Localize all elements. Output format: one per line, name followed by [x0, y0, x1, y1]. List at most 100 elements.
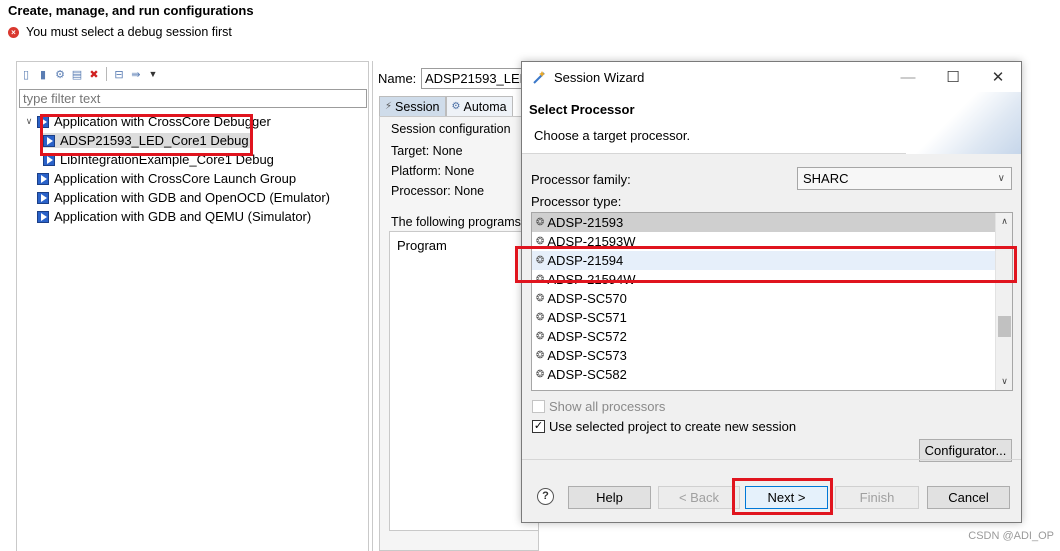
- program-column-header: Program: [397, 238, 447, 253]
- error-message: × You must select a debug session first: [8, 25, 232, 39]
- list-item[interactable]: ❂ ADSP-SC573: [532, 346, 1012, 365]
- chip-icon: ❂: [536, 293, 545, 304]
- checkbox-box[interactable]: [532, 400, 545, 413]
- config-editor-panel: Name: ADSP21593_LED_Core1 Debug ⚡ Sessio…: [372, 61, 539, 551]
- tree-item-crosscore-launch-group[interactable]: Application with CrossCore Launch Group: [17, 169, 368, 188]
- wizard-header: Select Processor Choose a target process…: [522, 92, 1021, 154]
- next-button[interactable]: Next >: [745, 486, 828, 509]
- help-icon[interactable]: ?: [537, 488, 554, 505]
- tree-item-label: LibIntegrationExample_Core1 Debug: [60, 152, 274, 167]
- list-item-label: ADSP-21593W: [547, 234, 636, 249]
- tree-item-label: Application with GDB and QEMU (Simulator…: [54, 209, 312, 224]
- processor-family-select[interactable]: SHARC ∨: [797, 167, 1012, 190]
- checkbox-label: Use selected project to create new sessi…: [549, 419, 797, 434]
- list-item-label: ADSP-21594: [547, 253, 624, 268]
- tree-item-label: ADSP21593_LED_Core1 Debug: [60, 133, 249, 148]
- wizard-banner-graphic: [906, 92, 1021, 154]
- tab-automation[interactable]: ⚙ Automa: [445, 96, 513, 116]
- platform-value: Platform: None: [391, 164, 475, 178]
- list-item[interactable]: ❂ ADSP-SC571: [532, 308, 1012, 327]
- scroll-down-icon[interactable]: ∨: [996, 373, 1012, 390]
- wizard-page-title: Select Processor: [529, 102, 635, 117]
- chip-icon: ❂: [536, 217, 545, 228]
- tree-item-label: Application with GDB and OpenOCD (Emulat…: [54, 190, 331, 205]
- list-item-label: ADSP-SC582: [547, 367, 627, 382]
- maximize-button[interactable]: ☐: [930, 62, 976, 92]
- tree-item-libintegration[interactable]: LibIntegrationExample_Core1 Debug: [17, 150, 368, 169]
- export-icon[interactable]: ⚙: [53, 67, 67, 81]
- expand-chevron-icon[interactable]: ∨: [23, 116, 35, 127]
- automation-tab-icon: ⚙: [451, 101, 461, 112]
- launch-config-icon: [43, 134, 55, 147]
- chevron-down-icon: ∨: [997, 173, 1005, 184]
- list-scrollbar[interactable]: ∧ ∨: [995, 213, 1012, 390]
- back-button[interactable]: < Back: [658, 486, 740, 509]
- new-config-icon[interactable]: ▯: [19, 67, 33, 81]
- view-menu-icon[interactable]: ▼: [146, 67, 160, 81]
- list-item-label: ADSP-SC573: [547, 348, 627, 363]
- new-prototype-icon[interactable]: ▮: [36, 67, 50, 81]
- dialog-title: Session Wizard: [554, 69, 645, 85]
- checkbox-label: Show all processors: [549, 399, 666, 414]
- chip-icon: ❂: [536, 236, 545, 247]
- show-all-processors-checkbox[interactable]: Show all processors: [532, 399, 665, 414]
- tree-item-label: Application with CrossCore Launch Group: [54, 171, 297, 186]
- toolbar-divider: [106, 67, 107, 81]
- family-value: SHARC: [803, 171, 849, 186]
- launch-type-icon: [37, 191, 49, 204]
- minimize-button[interactable]: —: [885, 62, 931, 92]
- cancel-button[interactable]: Cancel: [927, 486, 1010, 509]
- wizard-icon: [532, 69, 548, 85]
- list-item-label: ADSP-SC571: [547, 310, 627, 325]
- finish-button[interactable]: Finish: [835, 486, 919, 509]
- error-icon: ×: [8, 26, 19, 38]
- processor-type-list[interactable]: ❂ ADSP-21593 ❂ ADSP-21593W ❂ ADSP-21594 ❂ AD…: [531, 212, 1013, 391]
- list-item[interactable]: ❂ ADSP-SC570: [532, 289, 1012, 308]
- programs-heading: The following programs: [391, 215, 521, 229]
- chip-icon: ❂: [536, 255, 545, 266]
- config-tree: ∨ Application with CrossCore Debugger AD…: [17, 112, 368, 226]
- list-item[interactable]: ❂ ADSP-SC582: [532, 365, 1012, 384]
- chip-icon: ❂: [536, 331, 545, 342]
- config-tabs: ⚡ Session ⚙ Automa: [379, 96, 539, 116]
- filter-icon[interactable]: ⇛: [129, 67, 143, 81]
- checkbox-checked-icon[interactable]: ✓: [532, 420, 545, 433]
- filter-input[interactable]: [19, 89, 367, 108]
- session-wizard-dialog: Session Wizard — ☐ ✕ Select Processor Ch…: [521, 61, 1022, 523]
- duplicate-icon[interactable]: ▤: [70, 67, 84, 81]
- list-item[interactable]: ❂ ADSP-SC572: [532, 327, 1012, 346]
- chip-icon: ❂: [536, 274, 545, 285]
- close-button[interactable]: ✕: [975, 62, 1021, 92]
- page-title: Create, manage, and run configurations: [8, 3, 254, 18]
- list-item[interactable]: ❂ ADSP-21593: [532, 213, 1012, 232]
- configuration-tree-panel: ▯ ▮ ⚙ ▤ ✖ ⊟ ⇛ ▼ ∨ Application with Cross…: [16, 61, 369, 551]
- list-item[interactable]: ❂ ADSP-21593W: [532, 232, 1012, 251]
- use-selected-project-checkbox[interactable]: ✓ Use selected project to create new ses…: [532, 419, 796, 434]
- tree-item-crosscore-debugger[interactable]: ∨ Application with CrossCore Debugger: [17, 112, 368, 131]
- footer-divider: [522, 459, 1021, 460]
- help-button[interactable]: Help: [568, 486, 651, 509]
- scroll-thumb[interactable]: [998, 316, 1011, 337]
- scroll-up-icon[interactable]: ∧: [996, 213, 1012, 230]
- processor-value: Processor: None: [391, 184, 485, 198]
- tab-label: Session: [395, 99, 440, 114]
- session-config-heading: Session configuration: [391, 122, 511, 136]
- chip-icon: ❂: [536, 312, 545, 323]
- tree-item-gdb-openocd[interactable]: Application with GDB and OpenOCD (Emulat…: [17, 188, 368, 207]
- programs-table: Program: [389, 231, 539, 531]
- wizard-page-description: Choose a target processor.: [534, 128, 691, 143]
- list-item-selected[interactable]: ❂ ADSP-21594: [532, 251, 1012, 270]
- list-item[interactable]: ❂ ADSP-21594W: [532, 270, 1012, 289]
- chip-icon: ❂: [536, 350, 545, 361]
- tab-session[interactable]: ⚡ Session: [379, 96, 446, 116]
- launch-type-icon: [37, 115, 49, 128]
- tree-item-gdb-qemu[interactable]: Application with GDB and QEMU (Simulator…: [17, 207, 368, 226]
- collapse-all-icon[interactable]: ⊟: [112, 67, 126, 81]
- delete-icon[interactable]: ✖: [87, 67, 101, 81]
- error-text: You must select a debug session first: [26, 25, 232, 39]
- dialog-title-bar: Session Wizard — ☐ ✕: [522, 62, 1021, 92]
- name-field[interactable]: ADSP21593_LED_Core1 Debug: [421, 68, 531, 89]
- tree-item-adsp21593-led-core1-debug[interactable]: ADSP21593_LED_Core1 Debug: [17, 131, 368, 150]
- list-item-label: ADSP-SC572: [547, 329, 627, 344]
- list-item-label: ADSP-SC570: [547, 291, 627, 306]
